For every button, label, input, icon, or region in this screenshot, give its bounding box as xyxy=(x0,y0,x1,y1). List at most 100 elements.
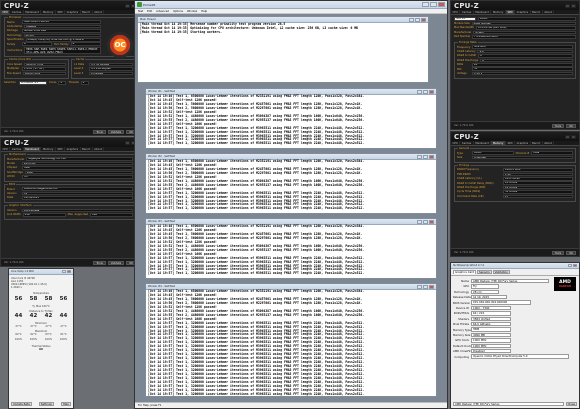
maximize-icon[interactable] xyxy=(423,154,428,159)
tab-memory[interactable]: Memory xyxy=(491,10,506,14)
tools-button[interactable]: Tools xyxy=(93,260,106,265)
menu-window[interactable]: Window xyxy=(187,10,197,13)
tab-spd[interactable]: SPD xyxy=(56,147,66,151)
minimize-icon[interactable] xyxy=(565,3,570,8)
tools-button[interactable]: Tools xyxy=(551,123,565,128)
close-icon[interactable] xyxy=(429,219,434,224)
ok-button[interactable]: OK xyxy=(566,250,576,255)
gpu-field-label: BIOS Version xyxy=(453,300,471,305)
minimize-icon[interactable] xyxy=(417,154,422,159)
tab-caches[interactable]: Caches xyxy=(10,147,24,151)
minimize-icon[interactable] xyxy=(409,17,414,22)
tab-about[interactable]: About xyxy=(93,147,105,151)
update-rate-button[interactable]: Update Rate xyxy=(11,401,32,406)
close-icon[interactable] xyxy=(573,264,577,267)
tab-cpu[interactable]: CPU xyxy=(451,141,461,145)
menu-options[interactable]: Options xyxy=(173,10,183,13)
tab-cpu[interactable]: CPU xyxy=(451,10,461,14)
tab-graphics[interactable]: Graphics xyxy=(515,10,531,14)
selection-dropdown[interactable]: Processor #1 xyxy=(19,80,47,85)
minimize-icon[interactable] xyxy=(417,89,422,94)
maximize-icon[interactable] xyxy=(423,89,428,94)
gpu-field-label: GPU xyxy=(463,284,469,289)
tab-graphics[interactable]: Graphics xyxy=(515,141,531,145)
minimize-icon[interactable] xyxy=(125,3,130,8)
close-icon[interactable] xyxy=(438,2,445,7)
menu-test[interactable]: Test xyxy=(138,10,143,13)
tab-graphics[interactable]: Graphics xyxy=(65,147,81,151)
close-icon[interactable] xyxy=(571,3,576,8)
titlebar[interactable]: Prime95 xyxy=(135,1,447,9)
l1d-label: L1 Data xyxy=(74,63,85,67)
tab-bench[interactable]: Bench xyxy=(81,147,93,151)
minimize-icon[interactable] xyxy=(62,270,66,273)
tab-cpu[interactable]: CPU xyxy=(1,10,11,14)
menu-help[interactable]: Help xyxy=(201,10,207,13)
minimize-icon[interactable] xyxy=(417,284,422,289)
window-title: Prime95 xyxy=(143,2,156,7)
settings-button[interactable]: Settings xyxy=(38,401,54,406)
minimize-icon[interactable] xyxy=(417,219,422,224)
tab-memory[interactable]: Memory xyxy=(41,10,56,14)
close-icon[interactable] xyxy=(429,89,434,94)
group-motherboard: Motherboard xyxy=(8,153,27,156)
tab-spd[interactable]: SPD xyxy=(506,141,516,145)
tab-sensors[interactable]: Sensors xyxy=(477,270,492,275)
ok-button[interactable]: OK xyxy=(566,123,576,128)
tab-mainboard[interactable]: Mainboard xyxy=(474,141,492,145)
close-icon[interactable] xyxy=(429,284,434,289)
footer: Ver. 1.70.0 x64 Tools OK xyxy=(451,248,579,256)
minimize-icon[interactable] xyxy=(568,264,572,267)
titlebar[interactable]: CPU-Z xyxy=(1,138,139,147)
close-icon[interactable] xyxy=(67,270,71,273)
close-button[interactable]: Close xyxy=(565,401,577,406)
minimize-icon[interactable] xyxy=(125,140,130,145)
tab-graphics-card[interactable]: Graphics Card xyxy=(453,270,477,275)
tab-memory[interactable]: Memory xyxy=(41,147,56,151)
tab-memory[interactable]: Memory xyxy=(491,141,506,145)
tools-button[interactable]: Tools xyxy=(93,129,106,134)
close-icon[interactable] xyxy=(421,17,426,22)
tab-caches[interactable]: Caches xyxy=(460,141,474,145)
log-line: [Oct 14 19:57] Test 1, 3200000 Lucas-Leh… xyxy=(148,271,365,276)
maximize-icon[interactable] xyxy=(430,2,437,7)
titlebar[interactable]: CPU-Z xyxy=(1,1,139,10)
tab-cpu[interactable]: CPU xyxy=(1,147,11,151)
menu-advanced[interactable]: Advanced xyxy=(156,10,169,13)
tab-mainboard[interactable]: Mainboard xyxy=(474,10,492,14)
tab-caches[interactable]: Caches xyxy=(460,10,474,14)
maximize-icon[interactable] xyxy=(415,17,420,22)
tools-button[interactable]: Tools xyxy=(551,250,565,255)
help-button[interactable]: Help xyxy=(60,401,71,406)
close-icon[interactable] xyxy=(429,154,434,159)
tab-bench[interactable]: Bench xyxy=(531,10,543,14)
tab-bench[interactable]: Bench xyxy=(81,10,93,14)
tab-spd[interactable]: SPD xyxy=(56,10,66,14)
titlebar[interactable]: CPU-Z xyxy=(451,132,579,141)
tab-spd[interactable]: SPD xyxy=(505,10,516,14)
minimize-icon[interactable] xyxy=(565,134,570,139)
close-icon[interactable] xyxy=(571,134,576,139)
menu-edit[interactable]: Edit xyxy=(147,10,152,13)
tab-bench[interactable]: Bench xyxy=(531,141,543,145)
gpu-select-dropdown[interactable]: AMD Radeon (TM) R9 Fury Series xyxy=(453,401,564,406)
tab-mainboard[interactable]: Mainboard xyxy=(23,147,42,151)
tab-mainboard[interactable]: Mainboard xyxy=(24,10,42,14)
validate-button[interactable]: Validate xyxy=(107,129,125,134)
validate-button[interactable]: Validate xyxy=(107,260,125,265)
tab-graphics[interactable]: Graphics xyxy=(65,10,81,14)
tab-caches[interactable]: Caches xyxy=(10,10,24,14)
maximize-icon[interactable] xyxy=(423,284,428,289)
footer: Ver. 1.70.0 x64 Tools Validate OK xyxy=(1,127,139,135)
slot-dropdown[interactable]: Slot #1 xyxy=(454,17,476,21)
minimize-icon[interactable] xyxy=(422,2,429,7)
cpuz-window-cpu: CPU-Z CPU Caches Mainboard Memory SPD Gr… xyxy=(0,0,140,136)
titlebar[interactable]: CPU-Z xyxy=(451,1,579,10)
name-value: Intel Core i5 4670K xyxy=(22,20,101,24)
gi-version-label: Version xyxy=(7,208,17,212)
tab-about[interactable]: About xyxy=(543,10,555,14)
tab-about[interactable]: About xyxy=(93,10,105,14)
tab-about[interactable]: About xyxy=(543,141,555,145)
tab-validation[interactable]: Validation xyxy=(492,270,510,275)
maximize-icon[interactable] xyxy=(423,219,428,224)
